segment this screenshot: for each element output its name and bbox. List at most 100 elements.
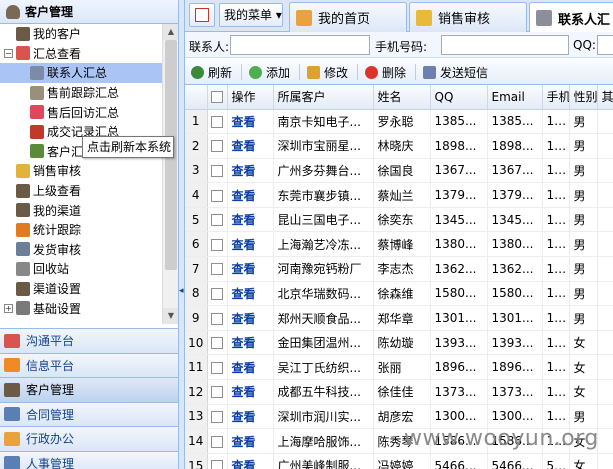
accordion-item[interactable]: 人事管理 [0,450,178,469]
view-link[interactable]: 查看 [227,404,274,430]
row-checkbox[interactable] [207,404,228,430]
row-checkbox[interactable] [207,354,228,381]
view-link[interactable]: 查看 [227,158,274,184]
row-checkbox[interactable] [207,379,228,405]
qq-input[interactable] [597,35,613,55]
accordion-item[interactable]: 沟通平台 [0,328,178,353]
row-checkbox[interactable] [207,133,228,159]
row-checkbox[interactable] [207,207,228,233]
view-link-text[interactable]: 查看 [232,361,256,375]
tree-item[interactable]: 联系人汇总 [0,63,162,83]
view-link-text[interactable]: 查看 [232,385,256,399]
view-link-text[interactable]: 查看 [232,312,256,326]
expand-toggle-icon[interactable]: − [4,48,13,58]
tree-item[interactable]: − 汇总查看 [0,44,162,64]
tree-item[interactable]: 我的渠道 [0,200,162,220]
view-link[interactable]: 查看 [227,428,274,454]
delete-button[interactable]: 删除 [365,63,406,81]
scroll-up-arrow-icon[interactable]: ▲ [163,24,178,40]
collapse-arrow-icon[interactable]: ◂ [179,286,184,296]
row-checkbox[interactable] [207,305,228,331]
view-link[interactable]: 查看 [227,256,274,282]
view-link-text[interactable]: 查看 [232,435,256,449]
table-row[interactable]: 3查看广州多芬舞台...徐国良1367...1367...1367男 [185,158,613,184]
send-sms-button[interactable]: 发送短信 [423,63,488,81]
row-checkbox[interactable] [207,182,228,208]
tree-item[interactable]: 销售审核 [0,161,162,181]
view-link-text[interactable]: 查看 [232,410,256,424]
col-customer[interactable]: 所属客户 [273,85,374,110]
table-row[interactable]: 4查看东莞市襄步镇...蔡灿兰1379...1379...1379男 [185,182,613,208]
view-link[interactable]: 查看 [227,182,274,208]
tree-item[interactable]: 上级查看 [0,181,162,201]
row-checkbox[interactable] [207,158,228,184]
view-link-text[interactable]: 查看 [232,213,256,227]
view-link[interactable]: 查看 [227,109,274,135]
table-row[interactable]: 7查看河南豫宛钙粉厂李志杰1362...1362...1362男 [185,256,613,282]
table-row[interactable]: 2查看深圳市宝丽星...林晓庆1898...1898...1898男 [185,133,613,159]
my-menu-button[interactable]: 我的菜单 ▾ [219,3,283,27]
view-link[interactable]: 查看 [227,305,274,331]
view-link[interactable]: 查看 [227,133,274,159]
table-row[interactable]: 11查看吴江丁氏纺织...张丽1896...1896...1896女 [185,354,613,381]
row-checkbox[interactable] [207,330,228,356]
contact-input[interactable] [230,35,370,55]
view-link-text[interactable]: 查看 [232,164,256,178]
table-row[interactable]: 15查看广州美峰制服...冯婷婷5466...5466...5466女 [185,453,613,469]
row-checkbox[interactable] [207,256,228,282]
view-link-text[interactable]: 查看 [232,238,256,252]
accordion-item[interactable]: 信息平台 [0,352,178,377]
accordion-item[interactable]: 行政办公 [0,426,178,451]
tree-item[interactable]: 售前跟踪汇总 [0,83,162,103]
table-row[interactable]: 6查看上海瀚艺冷冻...蔡博峰1380...1380...1380男 [185,231,613,258]
accordion-item[interactable]: 客户管理 [0,377,178,402]
view-link-text[interactable]: 查看 [232,287,256,301]
refresh-button[interactable]: 刷新 [191,63,232,81]
view-link[interactable]: 查看 [227,207,274,233]
table-row[interactable]: 8查看北京华瑞数码...徐森维1580...1580...1580男 [185,281,613,307]
scroll-down-arrow-icon[interactable]: ▼ [163,308,178,324]
tree-item[interactable]: 回收站 [0,259,162,279]
view-link[interactable]: 查看 [227,330,274,356]
row-checkbox[interactable] [207,453,228,469]
tree-item[interactable]: 渠道设置 [0,279,162,299]
view-link[interactable]: 查看 [227,281,274,307]
tree-scrollbar[interactable]: ▲ ▼ [162,24,178,324]
tree-item[interactable]: 统计跟踪 [0,220,162,240]
add-button[interactable]: 添加 [249,63,290,81]
select-all-checkbox[interactable] [207,85,228,110]
view-link-text[interactable]: 查看 [232,139,256,153]
col-sex[interactable]: 性别 [569,85,598,110]
view-link[interactable]: 查看 [227,453,274,469]
tree-item[interactable]: 售后回访汇总 [0,102,162,122]
view-link-text[interactable]: 查看 [232,459,256,469]
col-action[interactable]: 操作 [227,85,274,110]
table-row[interactable]: 5查看昆山三国电子...徐奕东1345...1345...1345男 [185,207,613,233]
col-name[interactable]: 姓名 [373,85,431,110]
row-checkbox[interactable] [207,281,228,307]
table-row[interactable]: 9查看郑州天顺食品...郑华章1301...1301...1301男 [185,305,613,331]
tree-item[interactable]: 发货审核 [0,240,162,260]
row-checkbox[interactable] [207,231,228,258]
table-row[interactable]: 12查看成都五牛科技...徐佳佳1373...1373...1373女 [185,379,613,405]
col-other[interactable]: 其 [597,85,613,110]
table-row[interactable]: 1查看南京卡知电子...罗永聪1385...1385...1385男 [185,109,613,135]
tab-contact-summary[interactable]: 联系人汇 [529,2,613,33]
view-link-text[interactable]: 查看 [232,336,256,350]
view-link-text[interactable]: 查看 [232,189,256,203]
edit-button[interactable]: 修改 [307,63,348,81]
view-link[interactable]: 查看 [227,354,274,381]
col-email[interactable]: Email [487,85,543,110]
table-row[interactable]: 10查看金田集团温州...陈幼璇1393...1393...1393女 [185,330,613,356]
view-link-text[interactable]: 查看 [232,115,256,129]
accordion-item[interactable]: 合同管理 [0,401,178,426]
row-checkbox[interactable] [207,109,228,135]
tab-home[interactable]: 我的首页 [289,2,407,32]
col-mobile[interactable]: 手机 [542,85,570,110]
view-link[interactable]: 查看 [227,379,274,405]
view-link[interactable]: 查看 [227,231,274,258]
tab-sales-review[interactable]: 销售审核 [409,2,527,32]
tree-item[interactable]: 我的客户 [0,24,162,44]
col-qq[interactable]: QQ [430,85,488,110]
view-link-text[interactable]: 查看 [232,262,256,276]
